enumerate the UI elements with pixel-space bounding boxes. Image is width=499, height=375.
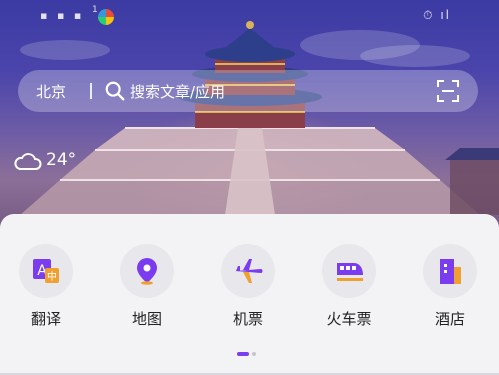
hero-banner: ▪ ▪ ▪ 1 ⏱ ıl 北京 搜索文章/应用 24° xyxy=(0,0,499,240)
train-icon xyxy=(337,263,363,281)
page-dot-active xyxy=(237,352,249,356)
page-dot-inactive xyxy=(252,352,256,356)
hotel-icon xyxy=(440,259,461,284)
shortcut-flights[interactable]: 机票 xyxy=(208,244,288,334)
shortcut-icon-container xyxy=(221,244,275,298)
shortcut-panel: A 中 翻译 地图 机票 火车票 酒店 xyxy=(0,214,499,375)
notification-count: 1 xyxy=(92,5,98,15)
shortcut-label: 地图 xyxy=(131,310,162,328)
shortcut-label: 翻译 xyxy=(30,310,61,328)
shortcut-hotel[interactable]: 酒店 xyxy=(410,244,490,334)
search-icon xyxy=(105,81,125,101)
shortcut-icon-container: A 中 xyxy=(19,244,73,298)
status-indicators: ▪ ▪ ▪ xyxy=(40,9,85,22)
shortcut-translate[interactable]: A 中 翻译 xyxy=(6,244,86,334)
shortcut-icon-container xyxy=(120,244,174,298)
shortcut-label: 机票 xyxy=(232,310,263,328)
shortcut-map[interactable]: 地图 xyxy=(107,244,187,334)
home-screen: ▪ ▪ ▪ 1 ⏱ ıl 北京 搜索文章/应用 24° A 中 翻译 地图 机票… xyxy=(0,0,499,375)
shortcut-label: 酒店 xyxy=(434,310,465,328)
shortcut-label: 火车票 xyxy=(326,310,372,328)
search-divider xyxy=(90,83,92,99)
search-bar[interactable]: 北京 搜索文章/应用 xyxy=(18,70,478,112)
map-pin-icon xyxy=(137,258,157,285)
shortcut-train[interactable]: 火车票 xyxy=(309,244,389,334)
svg-text:中: 中 xyxy=(47,270,57,283)
temperature-text: 24° xyxy=(46,150,77,170)
scan-icon[interactable] xyxy=(436,79,460,103)
signal-indicators: ⏱ ıl xyxy=(423,8,451,22)
translate-icon: A 中 xyxy=(33,259,59,283)
city-selector[interactable]: 北京 xyxy=(36,81,66,102)
status-bar: ▪ ▪ ▪ 1 ⏱ ıl xyxy=(0,0,499,28)
shortcut-icon-container xyxy=(322,244,376,298)
app-notification-icon xyxy=(98,9,114,25)
cloud-weather-icon xyxy=(14,153,42,170)
airplane-icon xyxy=(235,259,263,283)
temple-of-heaven-image xyxy=(20,21,499,215)
shortcut-icon-container xyxy=(423,244,477,298)
search-input[interactable]: 搜索文章/应用 xyxy=(130,81,225,102)
